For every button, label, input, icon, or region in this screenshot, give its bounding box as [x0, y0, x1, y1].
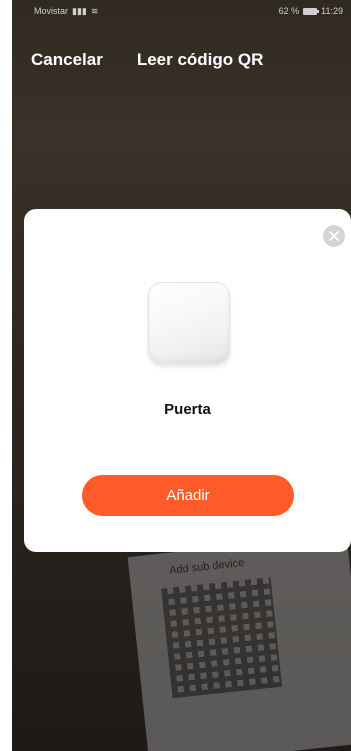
device-name: Puerta [164, 401, 211, 418]
phone-screen: Add sub device Movistar ▮▮▮ ≋ 62 % 11:29… [12, 0, 351, 751]
close-button[interactable] [323, 225, 345, 247]
page-title: Leer código QR [136, 50, 264, 69]
cancel-button[interactable]: Cancelar [31, 50, 103, 70]
signal-icon: ▮▮▮ [72, 5, 87, 16]
device-found-dialog: Puerta Añadir [24, 209, 351, 552]
battery-icon [303, 7, 320, 15]
carrier-label: Movistar [34, 6, 69, 16]
nav-bar: Cancelar Leer código QR [12, 40, 351, 80]
wifi-icon: ≋ [90, 5, 99, 16]
status-bar: Movistar ▮▮▮ ≋ 62 % 11:29 [12, 0, 351, 22]
battery-percent: 62 % [278, 6, 300, 16]
status-right: 62 % 11:29 [279, 6, 343, 16]
add-button[interactable]: Añadir [82, 475, 294, 516]
close-icon [329, 231, 339, 241]
clock: 11:29 [321, 6, 343, 16]
status-left: Movistar ▮▮▮ ≋ [34, 6, 98, 17]
device-icon [148, 282, 230, 364]
